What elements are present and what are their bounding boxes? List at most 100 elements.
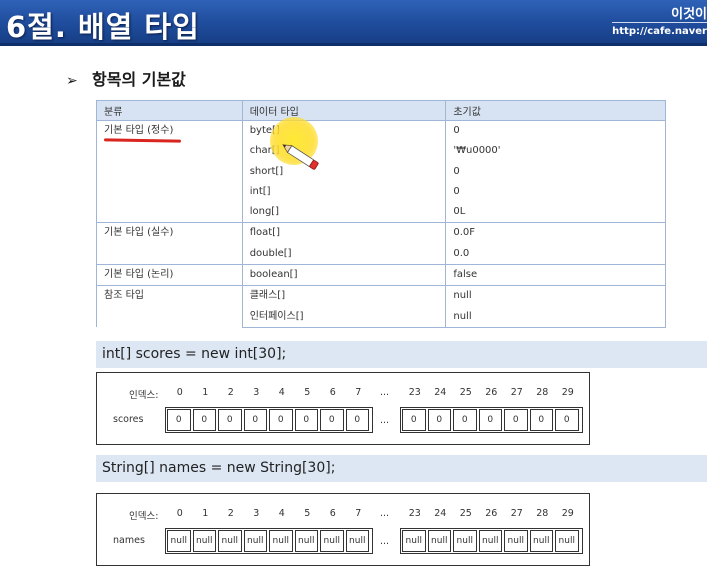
cell-ellipsis: ... <box>380 415 390 426</box>
scores-array-diagram: 인덱스: scores 0 0 1 0 2 0 3 0 4 0 5 0 6 0 7 0 23 0 24 0 25 0 26 0 27… <box>96 372 590 445</box>
index-number: 0 <box>176 508 183 519</box>
array-cell: null <box>269 530 293 552</box>
array-cell: 0 <box>192 409 216 431</box>
array-cell: null <box>555 530 579 552</box>
array-cell: 0 <box>504 409 528 431</box>
initial-value-cell: false <box>445 264 666 286</box>
array-cell: null <box>345 530 369 552</box>
index-ellipsis: ... <box>380 387 390 398</box>
initial-value-cell: 0 <box>445 120 666 142</box>
index-number: 2 <box>227 387 234 398</box>
index-ellipsis: ... <box>380 508 390 519</box>
index-number: 3 <box>253 387 260 398</box>
initial-value-cell: 0L <box>445 202 666 223</box>
index-number: 4 <box>278 508 285 519</box>
array-cell: null <box>453 530 477 552</box>
index-number: 0 <box>176 387 183 398</box>
table-body: 기본 타입 (정수) byte[] 0 char[] '₩u0000' short[] 0 i… <box>96 119 666 328</box>
names-code-line: String[] names = new String[30]; <box>96 455 707 482</box>
array-cell: 0 <box>529 409 553 431</box>
index-number: 25 <box>459 508 472 519</box>
type-cell: boolean[] <box>241 264 447 286</box>
array-cell: null <box>427 530 451 552</box>
initial-value-cell: '₩u0000' <box>445 141 666 162</box>
array-cell: null <box>218 530 242 552</box>
column-header: 데이터 타입 <box>241 100 447 121</box>
array-cell: 0 <box>402 409 426 431</box>
initial-value-cell: null <box>445 306 666 328</box>
cell-ellipsis: ... <box>380 536 390 547</box>
pencil-cursor-icon <box>282 144 319 170</box>
index-number: 1 <box>202 508 209 519</box>
type-cell: 클래스[] <box>241 285 447 307</box>
initial-value-cell: 0 <box>445 181 666 203</box>
table-row: 참조 타입 클래스[] null <box>96 285 666 328</box>
table-row: 기본 타입 (논리) boolean[] false <box>96 264 666 286</box>
index-number: 1 <box>202 387 209 398</box>
array-cell: 0 <box>478 409 502 431</box>
category-cell: 기본 타입 (실수) <box>96 222 243 265</box>
column-header: 분류 <box>96 100 243 121</box>
type-cell: long[] <box>241 202 447 223</box>
array-cell: null <box>529 530 553 552</box>
category-cell: 참조 타입 <box>96 285 243 328</box>
array-cell: 0 <box>555 409 579 431</box>
array-name-label: scores <box>113 414 144 425</box>
header-rule <box>612 22 707 23</box>
slide-header: 6절. 배열 타입 이것이 http://cafe.naver <box>0 0 707 46</box>
index-number: 29 <box>561 387 574 398</box>
array-cell: null <box>504 530 528 552</box>
slide-title: 6절. 배열 타입 <box>6 10 200 44</box>
section-heading: ➢ 항목의 기본값 <box>66 66 186 90</box>
index-number: 23 <box>408 387 421 398</box>
index-number: 23 <box>408 508 421 519</box>
index-number: 27 <box>510 387 523 398</box>
array-cell: 0 <box>427 409 451 431</box>
array-cell: 0 <box>269 409 293 431</box>
array-cell: null <box>192 530 216 552</box>
brand-url: http://cafe.naver <box>612 26 707 37</box>
index-number: 3 <box>253 508 260 519</box>
arrow-bullet-icon: ➢ <box>66 73 78 89</box>
category-cell: 기본 타입 (논리) <box>96 264 243 286</box>
category-cell: 기본 타입 (정수) <box>96 119 243 223</box>
initial-value-cell: 0.0F <box>445 222 666 244</box>
array-cell: 0 <box>345 409 369 431</box>
type-cell: double[] <box>241 243 447 265</box>
type-cell: float[] <box>241 222 447 244</box>
default-values-table: 분류 데이터 타입 초기값 기본 타입 (정수) byte[] 0 char[] '₩u… <box>96 100 666 328</box>
index-number: 24 <box>434 387 447 398</box>
index-label: 인덱스: <box>129 511 159 522</box>
index-number: 26 <box>485 508 498 519</box>
index-number: 28 <box>536 387 549 398</box>
index-number: 5 <box>304 387 311 398</box>
table-row: 기본 타입 (실수) float[] 0.0F <box>96 222 666 265</box>
index-number: 7 <box>355 508 362 519</box>
array-cell: 0 <box>453 409 477 431</box>
names-array-diagram: 인덱스: names 0 null 1 null 2 null 3 null 4 null 5 null 6… <box>96 493 590 566</box>
array-cell: 0 <box>167 409 191 431</box>
array-cell: null <box>402 530 426 552</box>
index-number: 24 <box>434 508 447 519</box>
type-cell: 인터페이스[] <box>241 306 447 328</box>
index-number: 6 <box>329 508 336 519</box>
index-number: 25 <box>459 387 472 398</box>
index-number: 6 <box>329 387 336 398</box>
index-number: 2 <box>227 508 234 519</box>
index-number: 27 <box>510 508 523 519</box>
type-cell: int[] <box>241 181 447 203</box>
array-name-label: names <box>113 535 145 546</box>
array-cell: null <box>167 530 191 552</box>
array-cell: 0 <box>243 409 267 431</box>
index-number: 26 <box>485 387 498 398</box>
brand-text: 이것이 <box>671 7 707 22</box>
initial-value-cell: null <box>445 285 666 307</box>
type-cell: short[] <box>241 161 447 182</box>
column-header: 초기값 <box>445 100 666 121</box>
index-number: 28 <box>536 508 549 519</box>
table-row: 기본 타입 (정수) byte[] 0 <box>96 119 666 223</box>
array-cell: 0 <box>294 409 318 431</box>
array-cell: null <box>320 530 344 552</box>
scores-code-line: int[] scores = new int[30]; <box>96 341 707 368</box>
index-number: 4 <box>278 387 285 398</box>
